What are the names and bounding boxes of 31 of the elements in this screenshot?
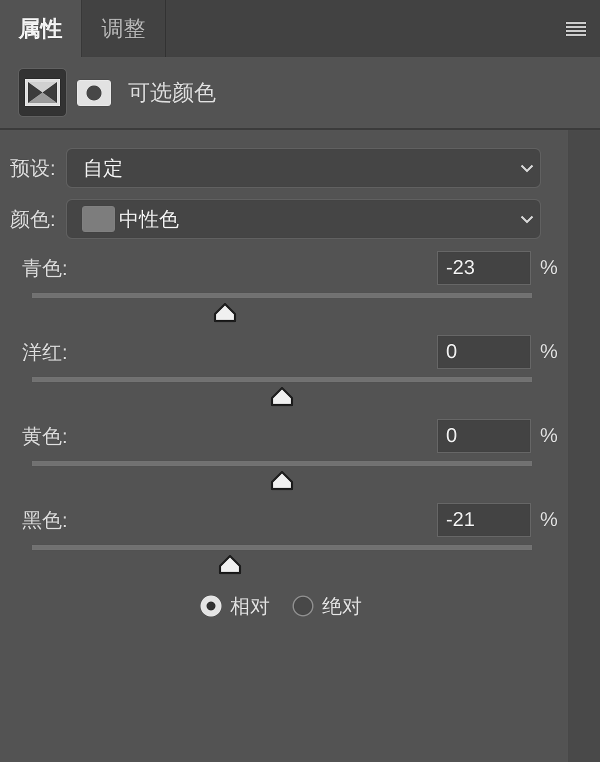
chevron-down-icon <box>520 164 534 172</box>
percent-label: % <box>540 508 559 532</box>
panel-tab[interactable]: 属性 <box>0 0 82 57</box>
menu-icon[interactable] <box>566 22 586 36</box>
field-label: 颜色: <box>9 208 57 232</box>
color-swatch-icon <box>82 206 115 232</box>
split-square-icon <box>25 79 60 106</box>
slider-label: 黄色: <box>22 424 69 450</box>
value-field[interactable]: 0 <box>437 419 531 453</box>
slider-label: 黑色: <box>22 508 69 534</box>
percent-label: % <box>540 424 559 448</box>
percent-label: % <box>540 340 559 364</box>
radio-button[interactable]: 相对 <box>200 592 270 620</box>
field-label: 预设: <box>9 156 57 182</box>
percent-label: % <box>540 256 559 280</box>
slider-thumb[interactable] <box>212 301 238 323</box>
chevron-down-icon <box>520 214 534 224</box>
value-field[interactable]: 0 <box>437 335 531 369</box>
adjustment-mode-button[interactable] <box>18 68 67 117</box>
value-field[interactable]: -21 <box>437 503 531 537</box>
slider-thumb[interactable] <box>216 553 242 575</box>
dropdown[interactable]: 中性色 <box>66 199 541 239</box>
dropdown[interactable]: 自定 <box>66 148 541 188</box>
slider-thumb[interactable] <box>269 469 295 491</box>
value-field[interactable]: -23 <box>437 251 531 285</box>
slider-label: 洋红: <box>22 340 69 366</box>
slider-thumb[interactable] <box>269 385 295 407</box>
panel-title: 可选颜色 <box>128 78 216 106</box>
slider-label: 青色: <box>22 256 69 282</box>
radio-button[interactable]: 绝对 <box>292 592 362 620</box>
mask-icon <box>76 80 110 106</box>
